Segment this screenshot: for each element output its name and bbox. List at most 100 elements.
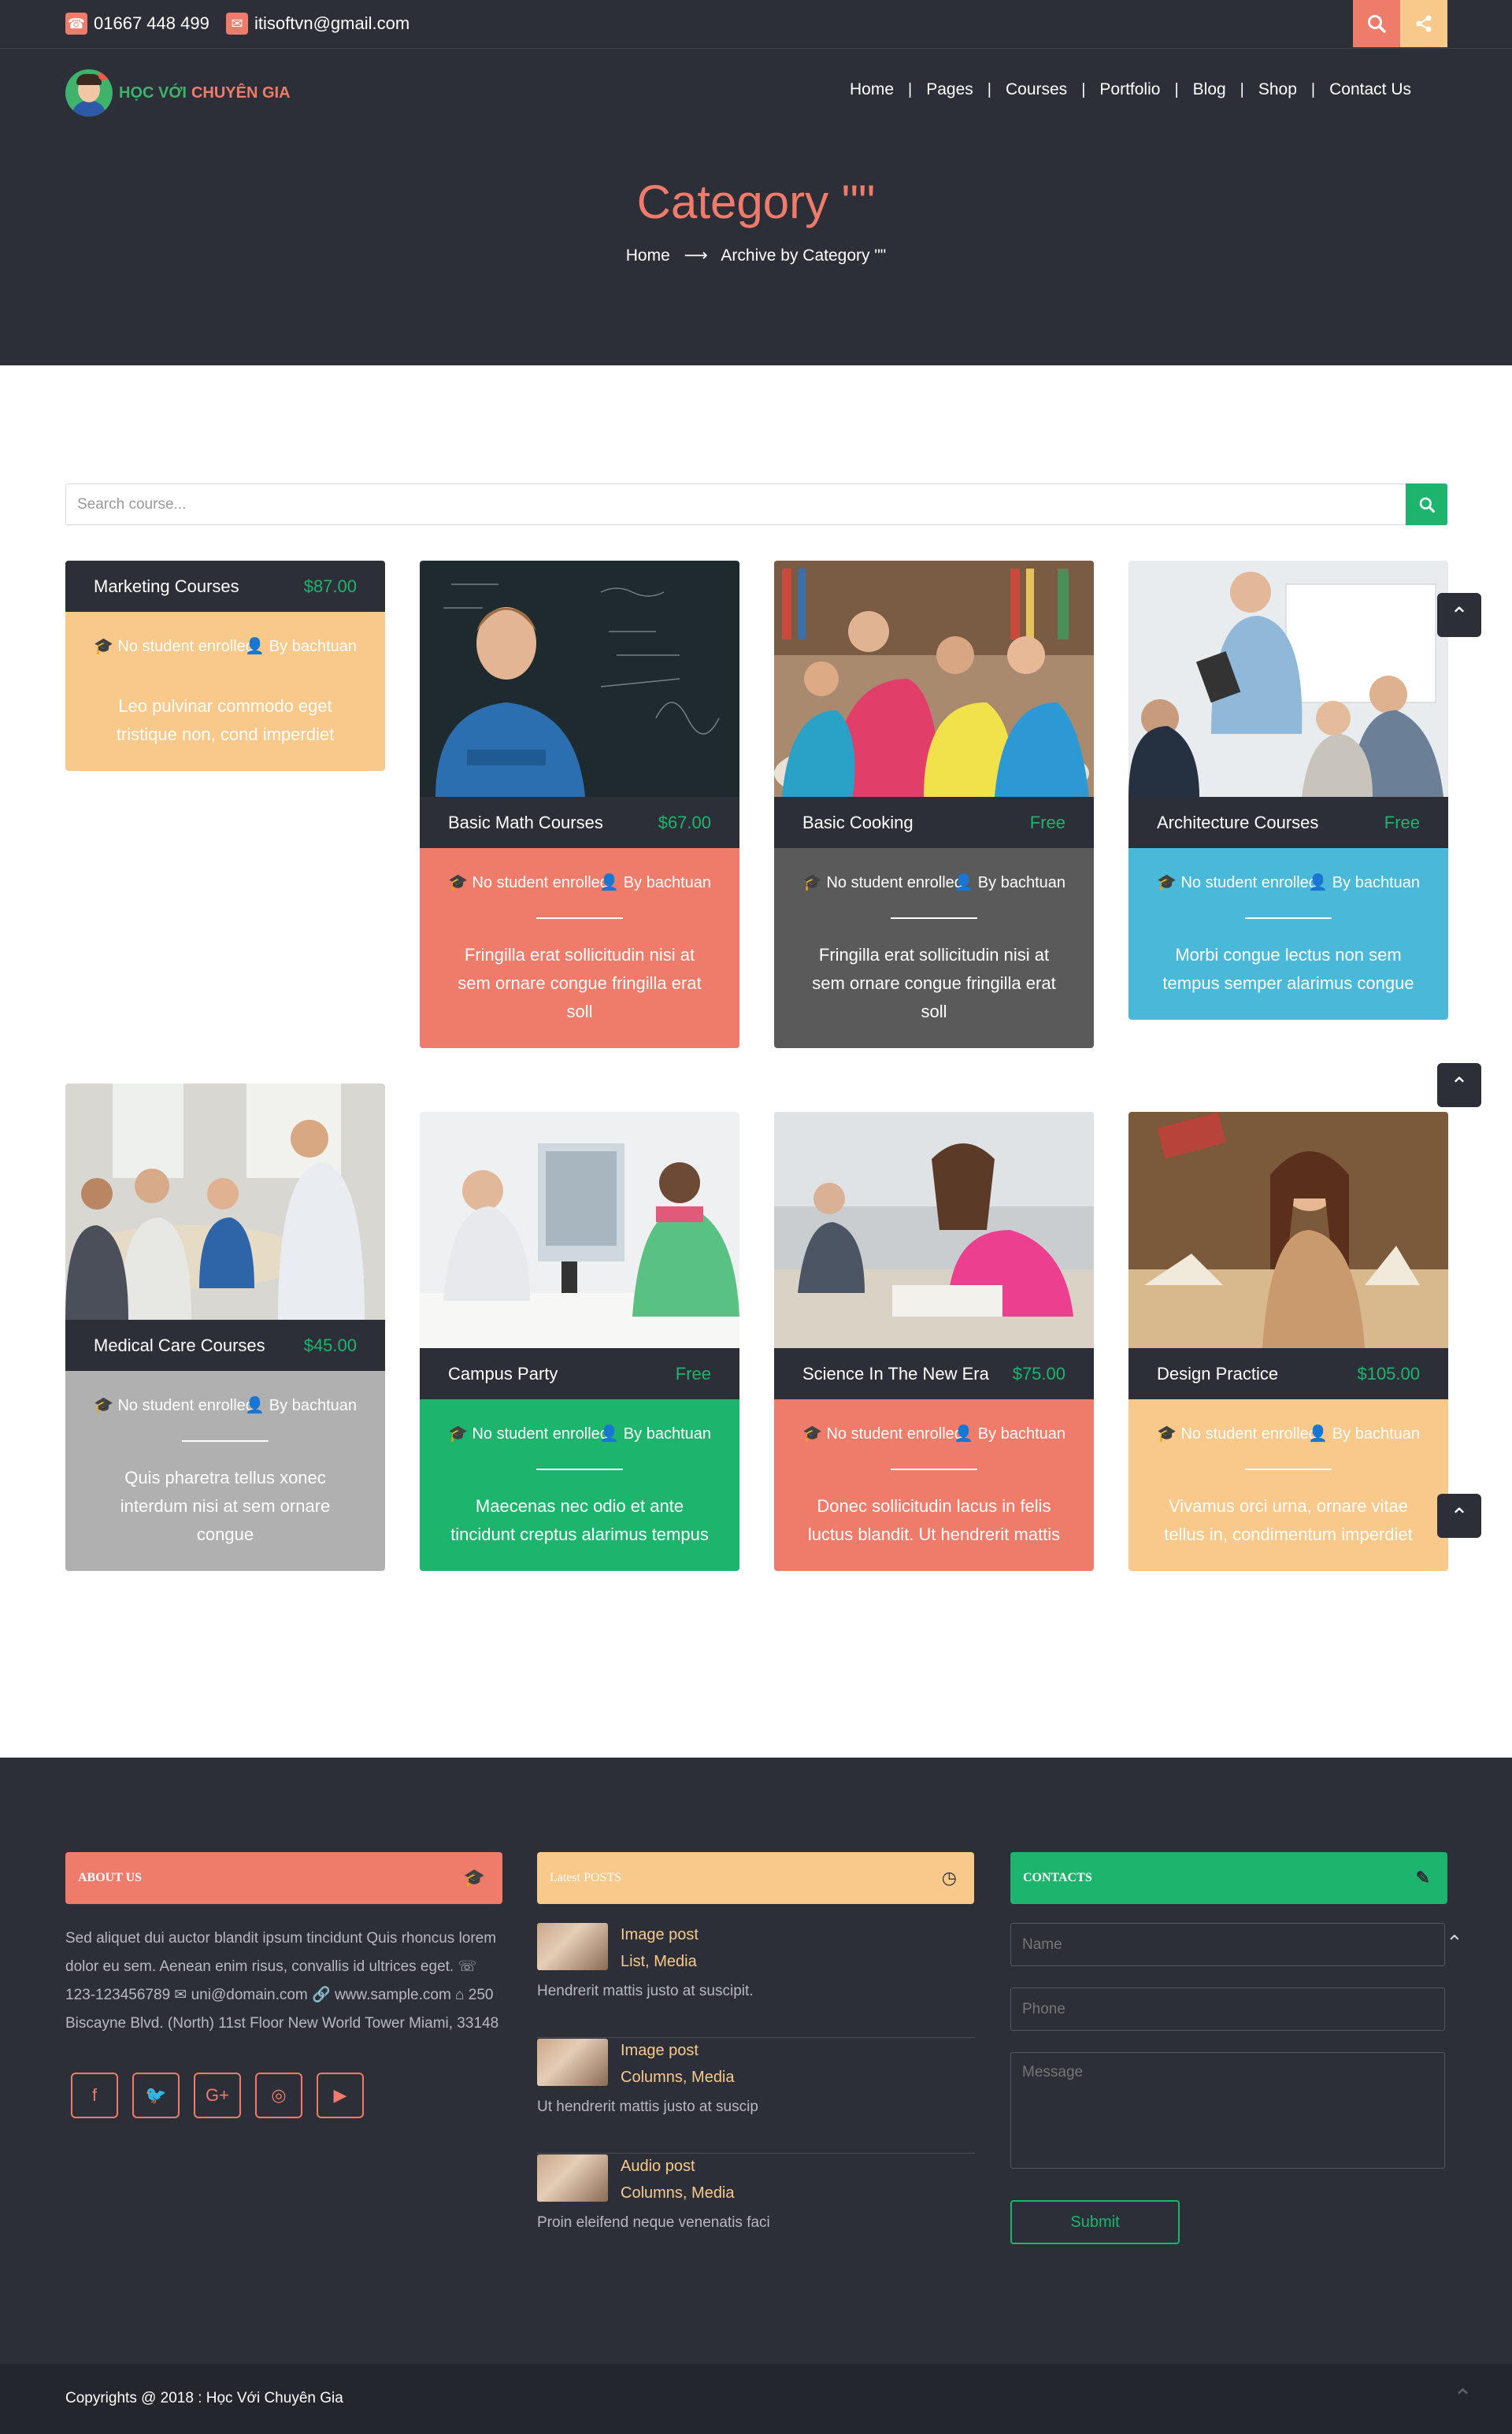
share-button[interactable] bbox=[1400, 0, 1447, 47]
course-title-bar: Design Practice $105.00 bbox=[1128, 1348, 1448, 1399]
course-body: 🎓 No student enrolled 👤 By bachtuan Quis… bbox=[65, 1371, 385, 1571]
course-meta: 🎓 No student enrolled 👤 By bachtuan bbox=[1128, 1399, 1448, 1448]
nav-blog[interactable]: Blog bbox=[1179, 80, 1240, 99]
course-card[interactable]: Architecture Courses Free 🎓 No student e… bbox=[1128, 561, 1448, 1020]
dribbble-icon[interactable]: ◎ bbox=[255, 2073, 302, 2118]
search-submit-button[interactable] bbox=[1406, 483, 1447, 525]
post-categories[interactable]: List, Media bbox=[621, 1953, 697, 1971]
post-item[interactable]: Image post Columns, Media Ut hendrerit m… bbox=[537, 2039, 975, 2154]
nav-shop[interactable]: Shop bbox=[1244, 80, 1311, 99]
graduation-cap-icon: 🎓 bbox=[1157, 1425, 1177, 1443]
twitter-icon[interactable]: 🐦 bbox=[132, 2073, 180, 2118]
course-title[interactable]: Science In The New Era bbox=[802, 1364, 989, 1384]
youtube-icon[interactable]: ▶ bbox=[317, 2073, 364, 2118]
course-image[interactable] bbox=[1128, 1112, 1448, 1348]
course-author[interactable]: By bachtuan bbox=[978, 874, 1065, 891]
course-title-bar: Basic Math Courses $67.00 bbox=[420, 797, 739, 848]
nav-courses[interactable]: Courses bbox=[991, 80, 1081, 99]
message-field[interactable] bbox=[1010, 2052, 1445, 2169]
search-input[interactable] bbox=[66, 484, 1397, 524]
nav-contact-us[interactable]: Contact Us bbox=[1315, 80, 1425, 99]
course-card[interactable]: Basic Cooking Free 🎓 No student enrolled… bbox=[774, 561, 1094, 1048]
post-categories[interactable]: Columns, Media bbox=[621, 2069, 735, 2087]
scroll-top-button[interactable]: ⌃ bbox=[1437, 1494, 1481, 1538]
phone-contact[interactable]: ☎ 01667 448 499 bbox=[65, 13, 209, 35]
course-price: $87.00 bbox=[303, 576, 357, 596]
scroll-top-button[interactable]: ⌃ bbox=[1437, 593, 1481, 637]
post-title[interactable]: Audio post bbox=[621, 2158, 695, 2176]
post-item[interactable]: Audio post Columns, Media Proin eleifend… bbox=[537, 2154, 975, 2269]
graduation-cap-icon: 🎓 bbox=[802, 874, 822, 891]
google-plus-icon[interactable]: G+ bbox=[194, 2073, 241, 2118]
user-icon: 👤 bbox=[599, 1425, 620, 1443]
post-thumbnail[interactable] bbox=[537, 2154, 608, 2202]
edit-icon: ✎ bbox=[1415, 1868, 1430, 1888]
chevron-up-icon[interactable]: ⌃ bbox=[1453, 2384, 1473, 2412]
course-photo bbox=[420, 561, 739, 797]
course-meta: 🎓 No student enrolled 👤 By bachtuan bbox=[774, 1399, 1094, 1448]
course-title[interactable]: Medical Care Courses bbox=[94, 1336, 265, 1356]
course-author[interactable]: By bachtuan bbox=[624, 874, 711, 891]
course-title[interactable]: Basic Cooking bbox=[802, 813, 914, 833]
course-image[interactable] bbox=[65, 1084, 385, 1320]
breadcrumb-home[interactable]: Home bbox=[626, 246, 670, 265]
course-photo bbox=[65, 1084, 385, 1320]
social-links: f 🐦 G+ ◎ ▶ bbox=[71, 2073, 378, 2118]
course-card[interactable]: Campus Party Free 🎓 No student enrolled … bbox=[420, 1112, 739, 1571]
post-thumbnail[interactable] bbox=[537, 2039, 608, 2086]
phone-field[interactable] bbox=[1010, 1988, 1445, 2031]
email-contact[interactable]: ✉ itisoftvn@gmail.com bbox=[226, 13, 410, 35]
course-description: Quis pharetra tellus xonec interdum nisi… bbox=[120, 1468, 331, 1544]
post-item[interactable]: Image post List, Media Hendrerit mattis … bbox=[537, 1923, 975, 2038]
course-meta: 🎓 No student enrolled 👤 By bachtuan bbox=[420, 1399, 739, 1448]
course-image[interactable] bbox=[420, 561, 739, 797]
name-field[interactable] bbox=[1010, 1923, 1445, 1966]
course-image[interactable] bbox=[774, 561, 1094, 797]
course-image[interactable] bbox=[774, 1112, 1094, 1348]
logo-text-part2: CHUYÊN GIA bbox=[191, 83, 291, 102]
submit-button[interactable]: Submit bbox=[1010, 2200, 1180, 2244]
course-price: Free bbox=[675, 1363, 711, 1384]
course-author[interactable]: By bachtuan bbox=[1332, 1425, 1420, 1443]
course-card[interactable]: Basic Math Courses $67.00 🎓 No student e… bbox=[420, 561, 739, 1048]
course-title[interactable]: Campus Party bbox=[448, 1364, 558, 1384]
course-title[interactable]: Marketing Courses bbox=[94, 576, 239, 597]
course-title[interactable]: Design Practice bbox=[1157, 1364, 1278, 1384]
course-title[interactable]: Architecture Courses bbox=[1157, 813, 1318, 833]
course-price: Free bbox=[1029, 812, 1065, 832]
post-thumbnail[interactable] bbox=[537, 1923, 608, 1970]
course-body: 🎓 No student enrolled 👤 By bachtuan Morb… bbox=[1128, 848, 1448, 1020]
course-author[interactable]: By bachtuan bbox=[1332, 874, 1420, 891]
course-image[interactable] bbox=[420, 1112, 739, 1348]
course-author[interactable]: By bachtuan bbox=[269, 638, 357, 655]
course-body: 🎓 No student enrolled 👤 By bachtuan Leo … bbox=[65, 612, 385, 771]
nav-pages[interactable]: Pages bbox=[912, 80, 988, 99]
course-title[interactable]: Basic Math Courses bbox=[448, 813, 603, 833]
course-meta: 🎓 No student enrolled 👤 By bachtuan bbox=[65, 612, 385, 661]
course-card[interactable]: Science In The New Era $75.00 🎓 No stude… bbox=[774, 1112, 1094, 1571]
post-title[interactable]: Image post bbox=[621, 1926, 699, 1944]
course-photo bbox=[420, 1112, 739, 1348]
phone-number: 01667 448 499 bbox=[94, 13, 209, 33]
chevron-up-icon[interactable]: ⌃ bbox=[1446, 1931, 1463, 1955]
search-button[interactable] bbox=[1353, 0, 1400, 47]
course-title-bar: Architecture Courses Free bbox=[1128, 797, 1448, 848]
site-logo[interactable]: HỌC VỚI CHUYÊN GIA bbox=[65, 69, 291, 117]
nav-portfolio[interactable]: Portfolio bbox=[1085, 80, 1174, 99]
graduation-cap-icon: 🎓 bbox=[448, 1425, 468, 1443]
top-bar: ☎ 01667 448 499 ✉ itisoftvn@gmail.com bbox=[0, 0, 1512, 49]
course-card[interactable]: Design Practice $105.00 🎓 No student enr… bbox=[1128, 1112, 1448, 1571]
course-image[interactable] bbox=[1128, 561, 1448, 797]
scroll-top-button[interactable]: ⌃ bbox=[1437, 1063, 1481, 1107]
course-card[interactable]: Marketing Courses $87.00 🎓 No student en… bbox=[65, 561, 385, 771]
course-author[interactable]: By bachtuan bbox=[624, 1425, 711, 1443]
phone-icon: ☎ bbox=[65, 13, 87, 35]
course-card[interactable]: Medical Care Courses $45.00 🎓 No student… bbox=[65, 1084, 385, 1571]
post-title[interactable]: Image post bbox=[621, 2042, 699, 2060]
nav-home[interactable]: Home bbox=[836, 80, 908, 99]
course-author[interactable]: By bachtuan bbox=[269, 1397, 357, 1414]
facebook-icon[interactable]: f bbox=[71, 2073, 118, 2118]
course-description: Maecenas nec odio et ante tincidunt crep… bbox=[450, 1496, 709, 1544]
post-categories[interactable]: Columns, Media bbox=[621, 2184, 735, 2202]
course-author[interactable]: By bachtuan bbox=[978, 1425, 1065, 1443]
